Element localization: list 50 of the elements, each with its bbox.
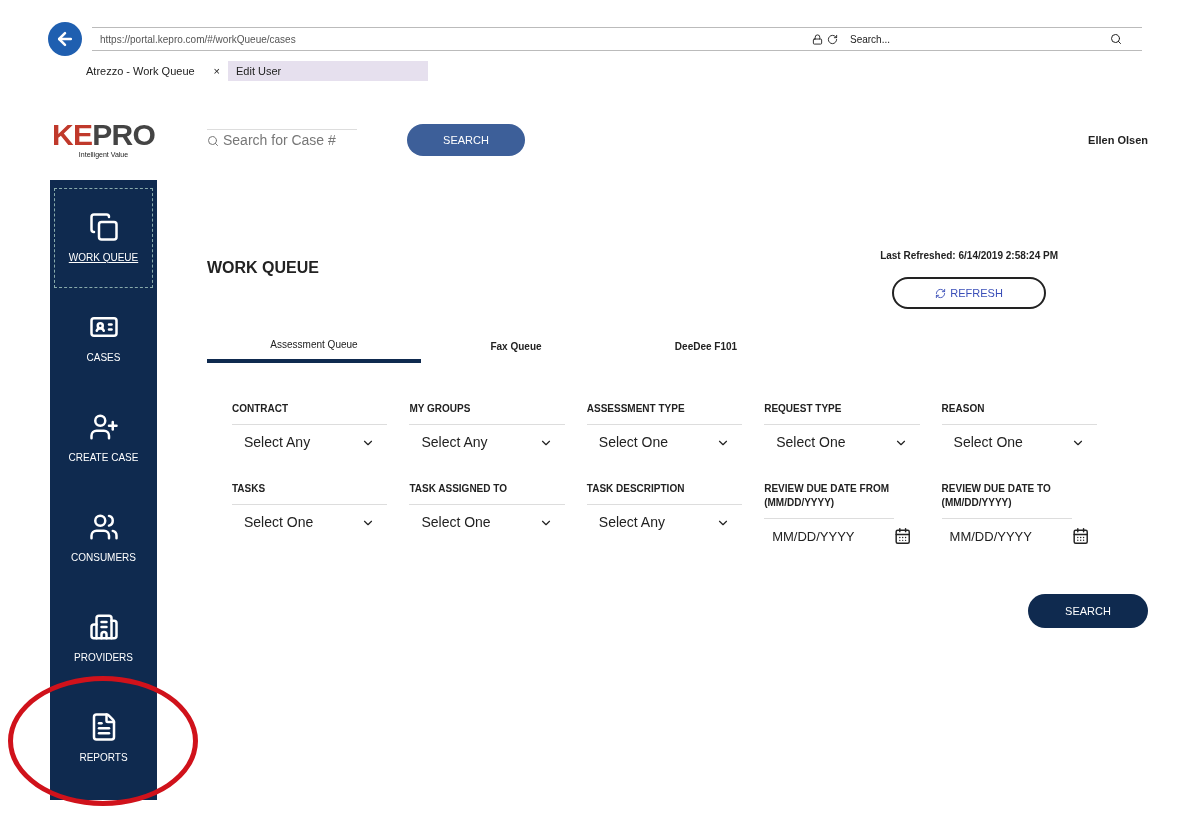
select-dropdown[interactable]: Select One bbox=[586, 424, 743, 460]
close-tab-button[interactable]: × bbox=[213, 62, 220, 80]
nav-item[interactable]: CREATE CASE bbox=[54, 388, 153, 488]
last-refreshed-text: Last Refreshed: 6/14/2019 2:58:24 PM bbox=[880, 249, 1058, 263]
search-icon[interactable] bbox=[1110, 33, 1122, 45]
queue-tab[interactable]: Assessment Queue bbox=[207, 329, 421, 363]
address-field[interactable]: https://portal.kepro.com/#/workQueue/cases bbox=[92, 31, 812, 47]
date-field[interactable]: MM/DD/YYYY bbox=[941, 518, 1072, 554]
date-field[interactable]: MM/DD/YYYY bbox=[764, 518, 895, 554]
nav-item[interactable]: PROVIDERS bbox=[54, 588, 153, 688]
select-dropdown[interactable]: Select One bbox=[409, 504, 565, 540]
filter-label: TASK DESCRIPTION bbox=[586, 482, 686, 496]
nav-item[interactable]: WORK QUEUE bbox=[54, 188, 153, 288]
filter-label: REVIEW DUE DATE TO (MM/DD/YYYY) bbox=[941, 482, 1052, 510]
select-dropdown[interactable]: Select Any bbox=[409, 424, 565, 460]
filter-label: MY GROUPS bbox=[409, 402, 472, 416]
filter-label: TASKS bbox=[232, 482, 267, 496]
queue-tab[interactable]: DeeDee F101 bbox=[611, 329, 801, 363]
select-dropdown[interactable]: Select Any bbox=[586, 504, 743, 540]
search-icon bbox=[207, 134, 219, 147]
filter-label: ASSESSMENT TYPE bbox=[586, 402, 686, 416]
nav-item[interactable]: CASES bbox=[54, 288, 153, 388]
search-field[interactable]: Search... bbox=[850, 31, 1110, 47]
calendar-icon bbox=[1071, 527, 1089, 545]
lock-icon bbox=[812, 33, 823, 45]
select-dropdown[interactable]: Select One bbox=[941, 424, 1097, 460]
filter-label: REASON bbox=[941, 402, 986, 416]
filter-label: CONTRACT bbox=[232, 402, 290, 416]
case-search-field[interactable]: Search for Case # bbox=[207, 129, 357, 151]
select-dropdown[interactable]: Select One bbox=[232, 504, 388, 540]
back-button[interactable] bbox=[48, 22, 82, 56]
search-button[interactable]: SEARCH bbox=[407, 124, 525, 156]
page-title: WORK QUEUE bbox=[207, 258, 319, 278]
nav-item[interactable]: CONSUMERS bbox=[54, 488, 153, 588]
logo: KEPRO bbox=[52, 119, 155, 150]
nav-item[interactable]: REPORTS bbox=[54, 688, 153, 788]
reload-icon[interactable] bbox=[827, 33, 838, 45]
select-dropdown[interactable]: Select Any bbox=[232, 424, 388, 460]
browser-tab[interactable]: Edit User bbox=[228, 61, 428, 81]
refresh-button[interactable]: REFRESH bbox=[892, 277, 1047, 309]
calendar-icon bbox=[894, 527, 912, 545]
search-button[interactable]: SEARCH bbox=[1028, 594, 1148, 628]
queue-tab[interactable]: Fax Queue bbox=[421, 329, 611, 363]
filter-label: TASK ASSIGNED TO bbox=[409, 482, 508, 496]
filter-label: REQUEST TYPE bbox=[764, 402, 843, 416]
copy-icon bbox=[88, 211, 119, 242]
user-name: Ellen Olsen bbox=[1088, 132, 1148, 148]
refresh-icon bbox=[935, 287, 947, 299]
select-dropdown[interactable]: Select One bbox=[764, 424, 920, 460]
filter-label: REVIEW DUE DATE FROM (MM/DD/YYYY) bbox=[764, 482, 890, 510]
